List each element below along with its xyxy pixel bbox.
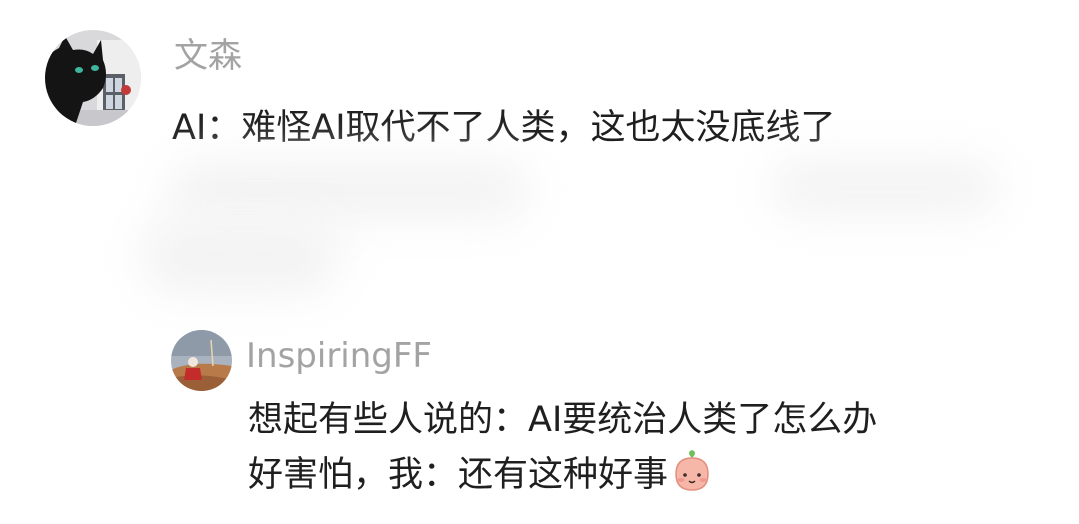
comment-text: AI：难怪AI取代不了人类，这也太没底线了 xyxy=(172,108,836,148)
comment-avatar[interactable] xyxy=(45,30,141,126)
comment-author-name[interactable]: 文森 xyxy=(174,36,242,76)
landscape-girl-avatar-icon xyxy=(171,330,232,391)
reply-avatar[interactable] xyxy=(171,330,232,391)
peach-face-emoji-icon xyxy=(670,450,714,506)
reply-author-name[interactable]: InspiringFF xyxy=(246,336,432,376)
black-cat-avatar-icon xyxy=(45,30,141,126)
reply-text-line-2: 好害怕，我：还有这种好事 xyxy=(248,450,714,506)
reply-text-line-1: 想起有些人说的：AI要统治人类了怎么办 xyxy=(248,400,878,440)
reply-text-line-2-label: 好害怕，我：还有这种好事 xyxy=(248,455,669,495)
